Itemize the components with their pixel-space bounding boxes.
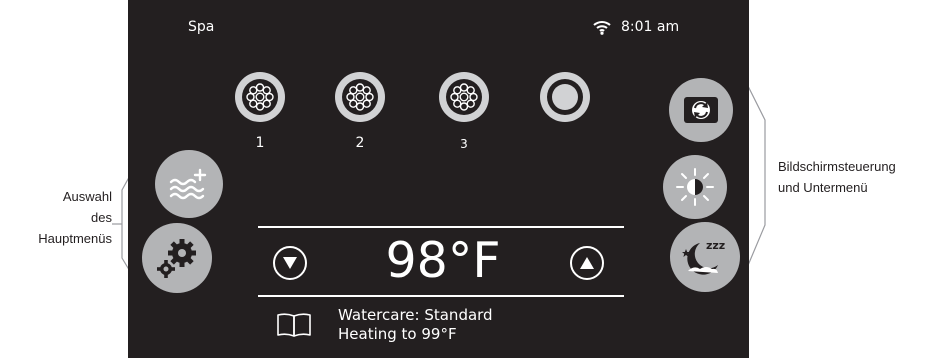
settings-menu-button[interactable] xyxy=(142,223,212,293)
temperature-display: 98°F xyxy=(385,232,501,289)
heating-status: Heating to 99°F xyxy=(338,325,457,343)
top-divider xyxy=(258,226,624,228)
sleep-button[interactable]: zzz xyxy=(670,222,740,292)
brightness-button[interactable] xyxy=(663,155,727,219)
water-menu-button[interactable] xyxy=(155,150,223,218)
bottom-divider xyxy=(258,295,624,297)
waves-plus-icon xyxy=(169,168,207,200)
jet-icon xyxy=(342,79,378,115)
pump-2-label: 2 xyxy=(355,135,365,151)
triangle-down-icon xyxy=(283,257,297,269)
pump-3-label: 3 xyxy=(460,137,468,151)
jet-icon xyxy=(446,79,482,115)
watercare-status: Watercare: Standard xyxy=(338,306,493,324)
triangle-up-icon xyxy=(580,257,594,269)
right-annotation-line2: und Untermenü xyxy=(778,180,868,195)
right-annotation: Bildschirmsteuerung und Untermenü xyxy=(778,156,948,198)
pump-1-label: 1 xyxy=(255,135,265,151)
status-info: Watercare: Standard Heating to 99°F xyxy=(338,306,493,344)
spa-title: Spa xyxy=(188,19,215,35)
left-annotation-line2: des xyxy=(91,210,112,225)
brightness-icon xyxy=(676,168,714,206)
jet-icon xyxy=(242,79,278,115)
svg-text:zzz: zzz xyxy=(706,239,725,252)
pump-3-button[interactable] xyxy=(439,72,489,122)
screen-rotate-button[interactable] xyxy=(669,78,733,142)
right-annotation-line1: Bildschirmsteuerung xyxy=(778,159,896,174)
left-annotation-line3: Hauptmenüs xyxy=(38,231,112,246)
book-icon xyxy=(276,312,312,342)
pump-2-button[interactable] xyxy=(335,72,385,122)
light-button[interactable] xyxy=(540,72,590,122)
left-annotation: Auswahl des Hauptmenüs xyxy=(30,186,112,249)
light-ring-icon xyxy=(547,79,583,115)
spa-screen: Spa 8:01 am 1 2 3 zzz 98°F Watercare: St… xyxy=(128,0,749,358)
moon-sleep-icon: zzz xyxy=(682,239,725,275)
gears-icon xyxy=(157,239,196,278)
wifi-icon xyxy=(593,20,611,39)
left-annotation-line1: Auswahl xyxy=(62,189,112,204)
temp-down-button[interactable] xyxy=(273,246,307,280)
screen-rotate-icon xyxy=(684,97,718,123)
pump-1-button[interactable] xyxy=(235,72,285,122)
clock: 8:01 am xyxy=(621,19,680,35)
temp-up-button[interactable] xyxy=(570,246,604,280)
